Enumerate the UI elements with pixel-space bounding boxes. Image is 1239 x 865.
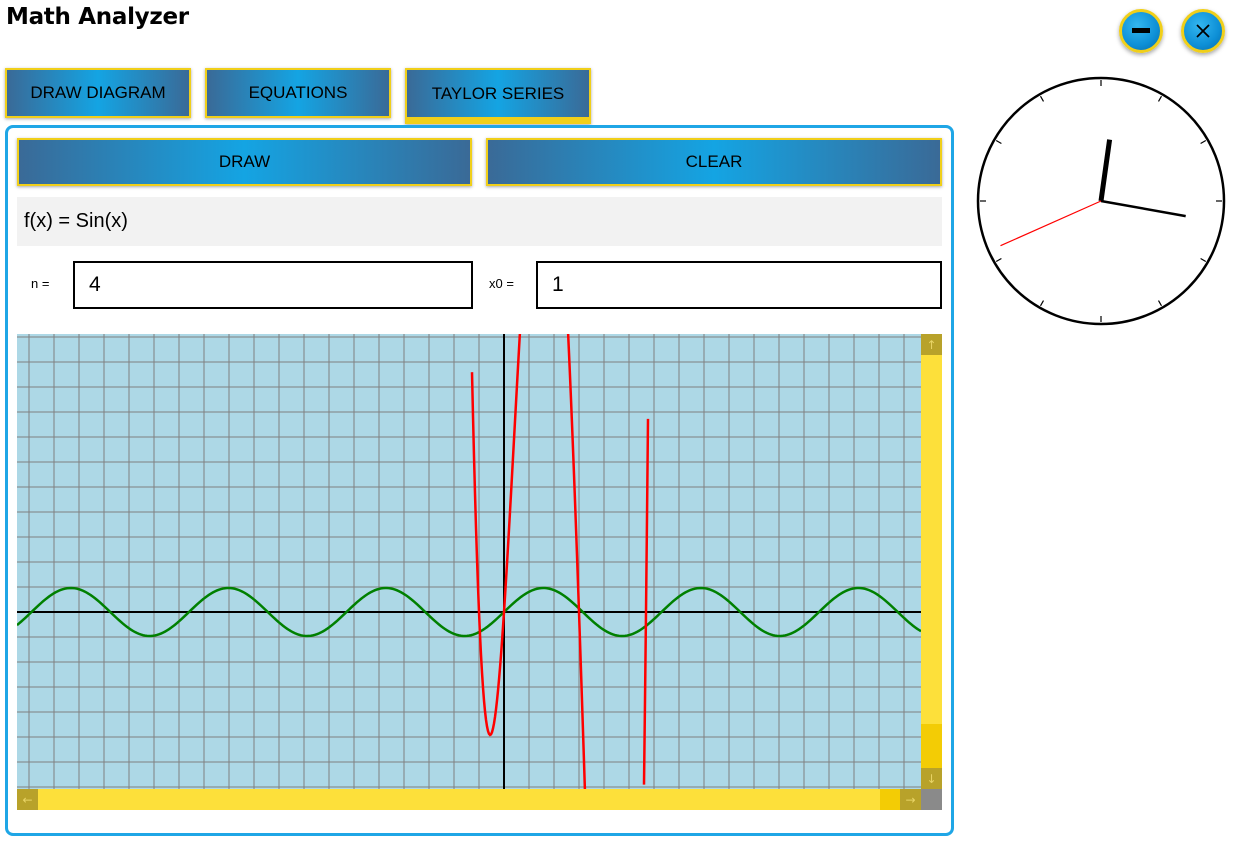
horizontal-scrollbar[interactable]: [17, 789, 921, 810]
tab-draw-diagram[interactable]: DRAW DIAGRAM: [5, 68, 191, 118]
clear-button[interactable]: CLEAR: [486, 138, 942, 186]
horizontal-scroll-thumb[interactable]: [880, 789, 900, 810]
n-input[interactable]: 4: [73, 261, 473, 309]
x0-label: x0 =: [489, 276, 514, 291]
function-display: f(x) = Sin(x): [17, 197, 942, 246]
vertical-scrollbar[interactable]: [921, 334, 942, 789]
function-text: f(x) = Sin(x): [24, 210, 128, 232]
arrow-left-icon[interactable]: ←: [17, 789, 38, 810]
app-title: Math Analyzer: [6, 4, 189, 30]
arrow-up-icon[interactable]: ↑: [921, 334, 942, 355]
x0-input[interactable]: 1: [536, 261, 942, 309]
analog-clock: [976, 76, 1226, 326]
draw-button[interactable]: DRAW: [17, 138, 472, 186]
close-button[interactable]: [1181, 9, 1225, 53]
scroll-corner: [921, 789, 942, 810]
tab-taylor-series[interactable]: TAYLOR SERIES: [405, 68, 591, 124]
arrow-down-icon[interactable]: ↓: [921, 768, 942, 789]
minimize-button[interactable]: [1119, 9, 1163, 53]
arrow-right-icon[interactable]: →: [900, 789, 921, 810]
vertical-scroll-thumb[interactable]: [921, 724, 942, 768]
graph-canvas[interactable]: [16, 330, 922, 793]
n-label: n =: [31, 276, 50, 291]
tab-equations[interactable]: EQUATIONS: [205, 68, 391, 118]
minus-icon: [1132, 28, 1150, 33]
graph-area[interactable]: [16, 330, 942, 810]
close-icon: [1196, 24, 1210, 38]
